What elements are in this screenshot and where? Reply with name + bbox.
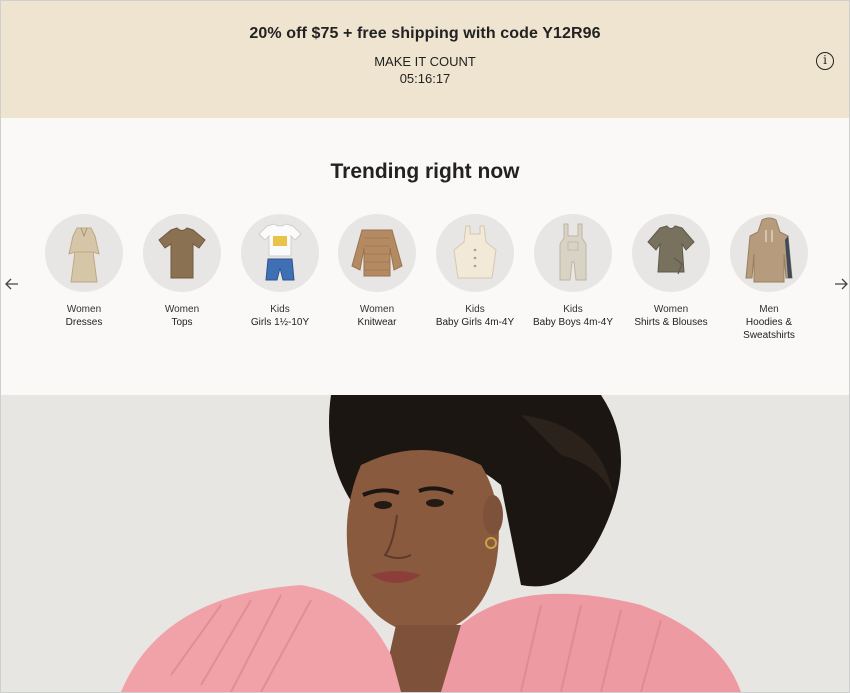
category-label: Baby Girls 4m-4Y [435, 317, 515, 328]
page-frame: 20% off $75 + free shipping with code Y1… [0, 0, 850, 693]
category-group-label: Women [66, 304, 102, 315]
category-group-label: Women [653, 304, 689, 315]
baby-dress-icon [436, 214, 514, 292]
category-women-dresses[interactable]: Women Dresses [36, 214, 132, 329]
category-label: Knitwear [357, 317, 397, 328]
category-group-label: Women [164, 304, 200, 315]
hoodie-icon [730, 214, 808, 292]
info-icon[interactable]: i [816, 52, 834, 70]
arrow-right-icon[interactable] [833, 276, 849, 292]
category-women-tops[interactable]: Women Tops [134, 214, 230, 329]
blouse-icon [632, 214, 710, 292]
category-label: Hoodies & Sweatshirts [743, 317, 795, 341]
category-group-label: Kids [563, 304, 583, 315]
category-label: Dresses [65, 317, 103, 328]
arrow-left-icon[interactable] [4, 276, 20, 292]
category-kids-girls[interactable]: Kids Girls 1½-10Y [232, 214, 328, 329]
category-men-hoodies[interactable]: Men Hoodies & Sweatshirts [721, 214, 817, 342]
category-kids-baby-boys[interactable]: Kids Baby Boys 4m-4Y [525, 214, 621, 329]
kids-outfit-icon [241, 214, 319, 292]
category-kids-baby-girls[interactable]: Kids Baby Girls 4m-4Y [427, 214, 523, 329]
category-group-label: Women [359, 304, 395, 315]
overalls-icon [534, 214, 612, 292]
category-label: Girls 1½-10Y [250, 317, 310, 328]
category-group-label: Kids [270, 304, 290, 315]
promo-subline: MAKE IT COUNT [374, 54, 476, 69]
category-women-shirts-blouses[interactable]: Women Shirts & Blouses [623, 214, 719, 329]
promo-headline: 20% off $75 + free shipping with code Y1… [249, 25, 601, 42]
category-group-label: Kids [465, 304, 485, 315]
promo-countdown-timer: 05:16:17 [399, 71, 451, 86]
section-title: Trending right now [330, 160, 520, 183]
category-women-knitwear[interactable]: Women Knitwear [329, 214, 425, 329]
category-label: Baby Boys 4m-4Y [532, 317, 614, 328]
category-label: Tops [171, 317, 193, 328]
hero-image[interactable] [1, 395, 849, 692]
sweater-icon [338, 214, 416, 292]
dress-icon [45, 214, 123, 292]
category-label: Shirts & Blouses [634, 317, 708, 328]
promo-banner[interactable]: 20% off $75 + free shipping with code Y1… [1, 1, 849, 118]
tshirt-icon [143, 214, 221, 292]
category-group-label: Men [759, 304, 779, 315]
trending-section: Trending right now Women Dresses Women T… [1, 118, 849, 395]
